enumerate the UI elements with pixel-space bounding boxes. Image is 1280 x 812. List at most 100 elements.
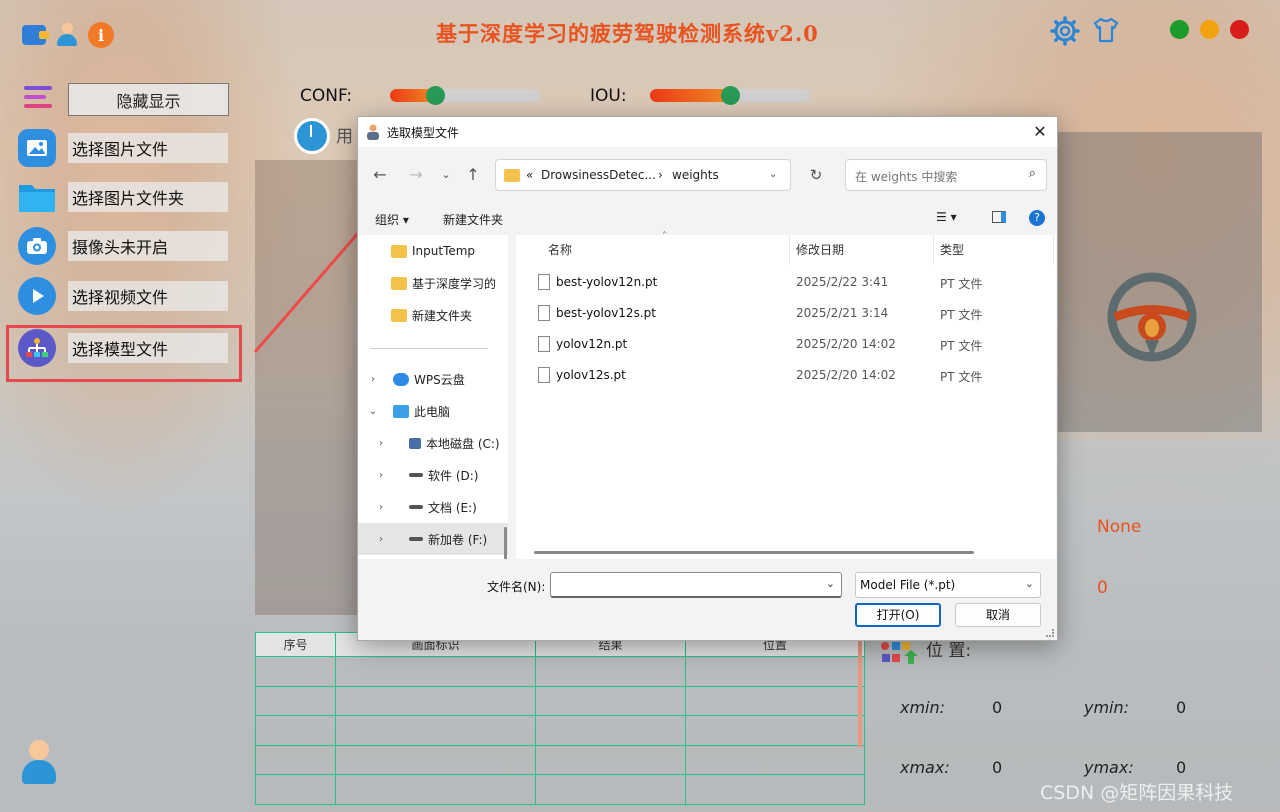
avatar[interactable] xyxy=(20,740,58,786)
file-list[interactable]: 名称 ˄ 修改日期 类型 best-yolov12n.pt 2025/2/22 … xyxy=(516,231,1056,559)
nav-item-project-folder[interactable]: 基于深度学习的 xyxy=(358,267,508,299)
nav-item-wps-cloud[interactable]: › WPS云盘 xyxy=(358,363,508,395)
nav-scrollbar[interactable] xyxy=(504,527,507,559)
new-folder-button[interactable]: 新建文件夹 xyxy=(443,211,503,228)
column-header-name[interactable]: 名称 xyxy=(548,241,572,258)
file-row[interactable]: best-yolov12s.pt 2025/2/21 3:14 PT 文件 xyxy=(516,298,1056,329)
select-image-folder-button[interactable]: 选择图片文件夹 xyxy=(18,180,230,214)
windows-drive-icon xyxy=(409,437,421,449)
up-arrow-icon[interactable]: ↑ xyxy=(459,161,487,189)
camera-button[interactable]: 摄像头未开启 xyxy=(18,227,230,265)
iou-slider[interactable] xyxy=(650,86,810,105)
toggle-display-button[interactable]: 隐藏显示 xyxy=(68,83,229,116)
conf-slider[interactable] xyxy=(390,86,540,105)
search-field[interactable]: 在 weights 中搜索 ⌕ xyxy=(845,159,1047,191)
chevron-right-icon[interactable]: › xyxy=(358,502,404,513)
clock-icon xyxy=(294,118,330,154)
nav-item-label: 新建文件夹 xyxy=(412,308,473,323)
chevron-right-icon[interactable]: › xyxy=(358,470,404,481)
nav-item-label: 软件 (D:) xyxy=(428,468,479,483)
settings-gear-icon[interactable] xyxy=(1050,16,1080,46)
nav-item-label: 基于深度学习的 xyxy=(412,276,497,291)
table-scrollbar[interactable] xyxy=(858,632,862,747)
table-row[interactable] xyxy=(255,656,865,687)
nav-item-new-folder[interactable]: 新建文件夹 xyxy=(358,299,508,331)
file-name: best-yolov12n.pt xyxy=(556,275,658,289)
refresh-icon[interactable]: ↻ xyxy=(802,161,830,189)
image-icon xyxy=(18,129,56,167)
maximize-button[interactable] xyxy=(1200,20,1219,39)
column-divider[interactable] xyxy=(933,235,934,265)
select-video-file-button[interactable]: 选择视频文件 xyxy=(18,277,230,315)
chevron-down-icon[interactable]: ⌄ xyxy=(358,406,388,417)
iou-slider-handle[interactable] xyxy=(721,86,740,105)
table-row[interactable] xyxy=(255,744,865,775)
back-arrow-icon[interactable]: ← xyxy=(366,161,394,189)
nav-item-inputtemp[interactable]: InputTemp xyxy=(358,235,508,267)
cancel-button[interactable]: 取消 xyxy=(955,603,1041,627)
file-row[interactable]: yolov12s.pt 2025/2/20 14:02 PT 文件 xyxy=(516,360,1056,391)
user-icon[interactable] xyxy=(54,23,80,47)
nav-item-this-pc[interactable]: ⌄ 此电脑 xyxy=(358,395,508,427)
nav-item-drive-e[interactable]: › 文档 (E:) xyxy=(358,491,508,523)
column-header-type[interactable]: 类型 xyxy=(940,241,964,258)
filetype-select[interactable]: Model File (*.pt) ⌄ xyxy=(855,572,1041,598)
organize-menu[interactable]: 组织 ▾ xyxy=(375,211,409,228)
drive-icon xyxy=(409,505,423,509)
forward-arrow-icon[interactable]: → xyxy=(402,161,430,189)
table-row[interactable] xyxy=(255,685,865,716)
select-image-file-button[interactable]: 选择图片文件 xyxy=(18,129,230,167)
conf-slider-handle[interactable] xyxy=(426,86,445,105)
view-options-icon[interactable]: ☰ ▾ xyxy=(936,210,957,224)
navigation-pane[interactable]: InputTemp 基于深度学习的 新建文件夹 › WPS云盘 ⌄ 此电脑 › 本地磁… xyxy=(358,235,508,559)
file-type: PT 文件 xyxy=(940,370,983,384)
menu-icon[interactable] xyxy=(24,86,52,112)
skin-shirt-icon[interactable] xyxy=(1092,16,1120,44)
chevron-down-icon[interactable]: ⌄ xyxy=(769,169,777,180)
column-header[interactable]: 序号 xyxy=(255,632,336,657)
preview-pane-icon[interactable] xyxy=(992,211,1006,223)
file-date: 2025/2/20 14:02 xyxy=(796,368,896,382)
file-icon xyxy=(538,336,550,352)
nav-item-drive-f[interactable]: › 新加卷 (F:) xyxy=(358,523,508,555)
address-bar[interactable]: « DrowsinessDetec... › weights ⌄ xyxy=(495,159,791,191)
chevron-right-icon[interactable]: › xyxy=(358,534,404,545)
chevron-down-icon[interactable]: ⌄ xyxy=(826,577,835,590)
nav-divider xyxy=(370,348,488,349)
info-icon[interactable]: i xyxy=(88,22,114,48)
filetype-value: Model File (*.pt) xyxy=(860,578,956,592)
chevron-right-icon[interactable]: › xyxy=(358,374,388,385)
open-button[interactable]: 打开(O) xyxy=(855,603,941,627)
minimize-button[interactable] xyxy=(1170,20,1189,39)
breadcrumb-item[interactable]: weights xyxy=(672,168,719,182)
breadcrumb-item[interactable]: DrowsinessDetec... xyxy=(541,168,656,182)
file-row[interactable]: best-yolov12n.pt 2025/2/22 3:41 PT 文件 xyxy=(516,267,1056,298)
table-row[interactable] xyxy=(255,715,865,746)
help-icon[interactable]: ? xyxy=(1029,210,1045,226)
xmax-value: 0 xyxy=(992,758,1003,777)
chevron-down-icon: ⌄ xyxy=(1024,577,1034,590)
file-open-dialog[interactable]: 选取模型文件 ✕ ← → ⌄ ↑ « DrowsinessDetec... › … xyxy=(357,116,1058,641)
resize-grip[interactable] xyxy=(1046,629,1054,637)
column-divider[interactable] xyxy=(1053,235,1054,265)
dialog-close-button[interactable]: ✕ xyxy=(1029,121,1051,143)
close-button[interactable] xyxy=(1230,20,1249,39)
ymax-label: ymax: xyxy=(1084,758,1134,777)
file-row[interactable]: yolov12n.pt 2025/2/20 14:02 PT 文件 xyxy=(516,329,1056,360)
file-date: 2025/2/20 14:02 xyxy=(796,337,896,351)
nav-item-drive-c[interactable]: › 本地磁盘 (C:) xyxy=(358,427,508,459)
table-row[interactable] xyxy=(255,774,865,805)
breadcrumb-overflow[interactable]: « xyxy=(526,168,533,182)
filename-input[interactable]: ⌄ xyxy=(550,572,842,598)
recent-dropdown-icon[interactable]: ⌄ xyxy=(432,161,460,189)
iou-label: IOU: xyxy=(590,86,627,106)
column-divider[interactable] xyxy=(789,235,790,265)
chevron-right-icon[interactable]: › xyxy=(358,438,404,449)
results-table[interactable]: 序号 画面标识 结果 位置 xyxy=(255,632,865,805)
nav-item-drive-d[interactable]: › 软件 (D:) xyxy=(358,459,508,491)
wallet-icon[interactable] xyxy=(22,25,49,45)
file-name: yolov12n.pt xyxy=(556,337,628,351)
file-list-scrollbar[interactable] xyxy=(534,551,974,554)
nav-item-label: 新加卷 (F:) xyxy=(428,532,488,547)
column-header-date[interactable]: 修改日期 xyxy=(796,241,844,258)
